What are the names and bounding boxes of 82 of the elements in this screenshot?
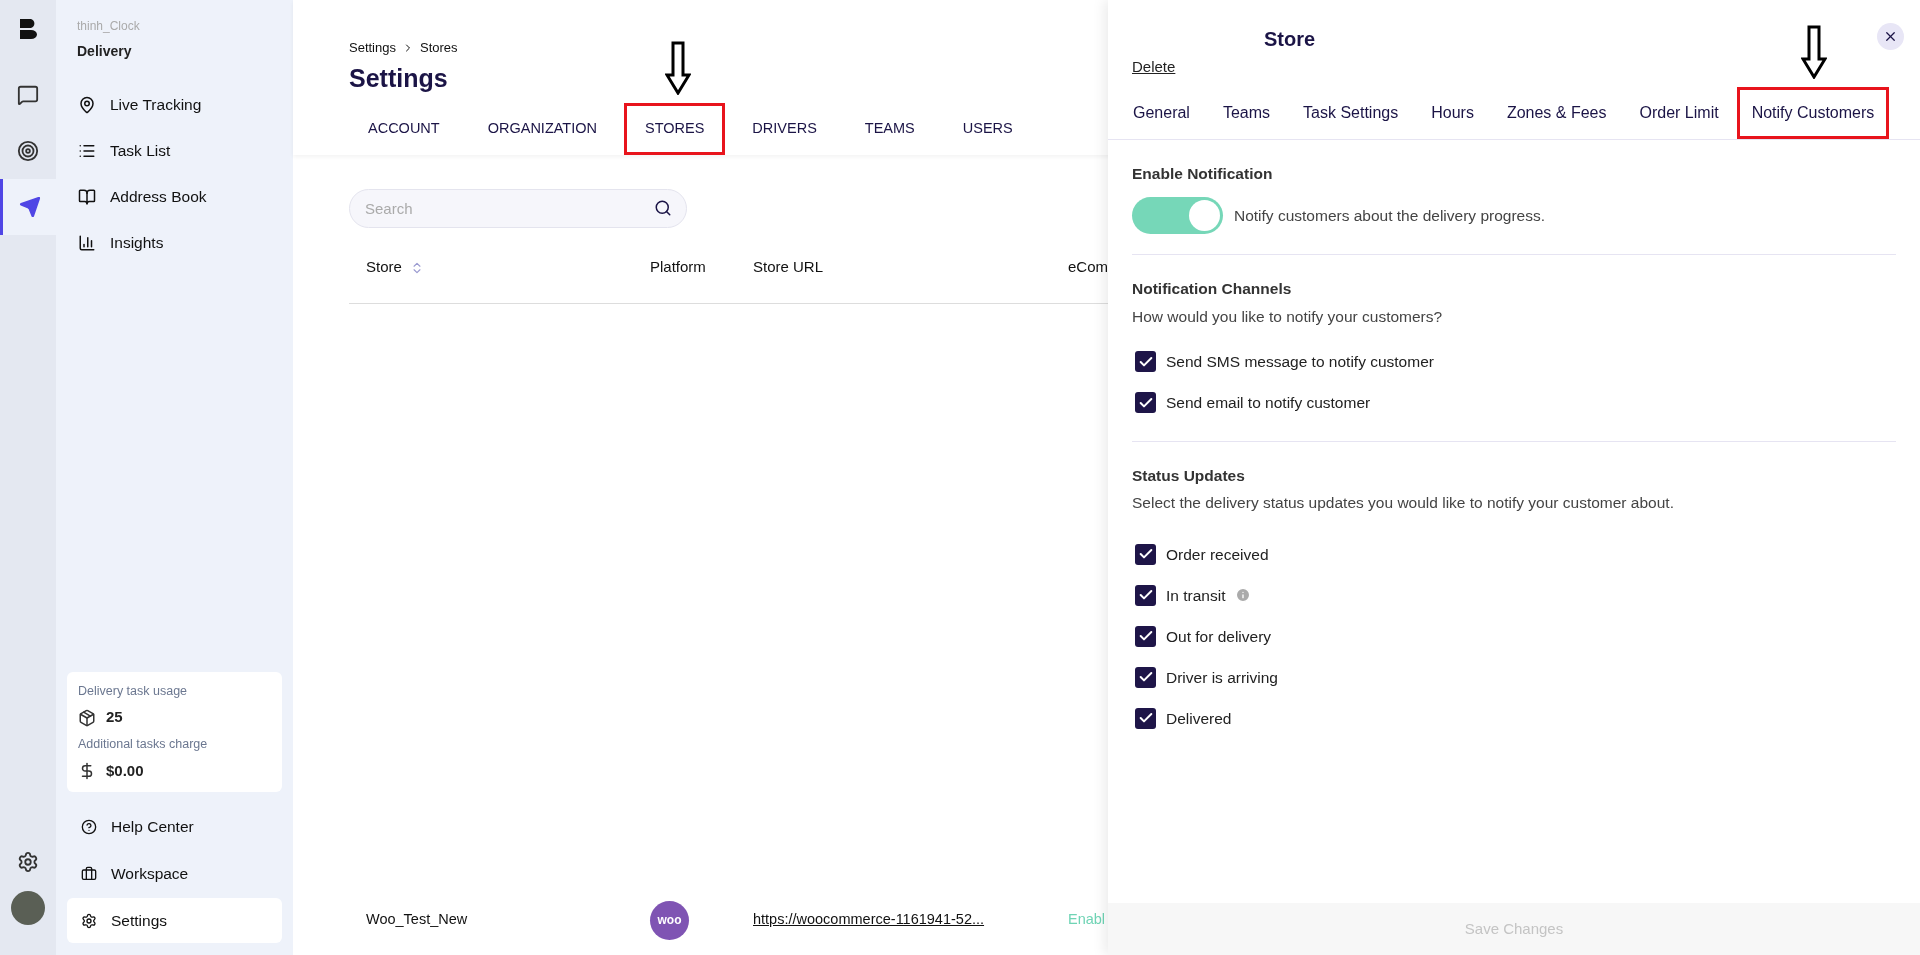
search-icon	[654, 199, 672, 217]
product-name: Delivery	[76, 42, 133, 61]
checkbox[interactable]	[1135, 351, 1156, 373]
option-label: Order received	[1166, 544, 1269, 565]
store-tab[interactable]: Teams	[1207, 87, 1286, 139]
settings-tab[interactable]: DRIVERS	[731, 103, 838, 155]
option-label: Send email to notify customer	[1166, 393, 1371, 414]
list-icon	[78, 142, 96, 160]
pin-icon	[78, 96, 96, 114]
usage-label: Delivery task usage	[78, 682, 189, 700]
nav-item[interactable]: Task List	[67, 128, 282, 174]
info-icon	[1235, 587, 1252, 604]
briefcase-icon	[81, 865, 97, 882]
charge-amount: $0.00	[106, 760, 144, 781]
avatar[interactable]	[11, 891, 45, 925]
option-label: Delivered	[1166, 708, 1232, 729]
target-icon	[17, 140, 39, 162]
checkbox[interactable]	[1135, 392, 1156, 414]
close-button[interactable]	[1877, 23, 1904, 50]
send-icon	[18, 196, 41, 218]
settings-icon[interactable]	[17, 851, 39, 873]
column-header: Store URL	[753, 257, 824, 278]
nav-item[interactable]: Insights	[67, 220, 282, 266]
option-label: Send SMS message to notify customer	[1166, 352, 1434, 373]
store-tab[interactable]: Hours	[1416, 87, 1489, 139]
column-header: eCom	[1068, 257, 1108, 278]
close-icon	[1883, 29, 1898, 44]
option-label: Driver is arriving	[1166, 667, 1278, 688]
chart-icon	[78, 234, 96, 252]
nav-item[interactable]: Workspace	[67, 851, 282, 896]
platform-logo: woo	[650, 900, 689, 940]
nav-item[interactable]: Address Book	[67, 174, 282, 220]
arrow-annotation	[1801, 25, 1828, 79]
page-title: Settings	[349, 62, 448, 94]
book-icon	[78, 188, 96, 206]
breadcrumb-link[interactable]: Settings	[349, 38, 396, 58]
store-tab[interactable]: Task Settings	[1288, 87, 1414, 139]
settings-tab[interactable]: ORGANIZATION	[466, 103, 618, 155]
notification-toggle[interactable]	[1132, 197, 1223, 235]
delete-link[interactable]: Delete	[1132, 56, 1176, 79]
checkbox[interactable]	[1135, 707, 1156, 729]
arrow-annotation	[664, 41, 691, 95]
store-tab[interactable]: Notify Customers	[1736, 87, 1890, 139]
section-description: How would you like to notify your customers?	[1132, 306, 1444, 327]
search-field[interactable]: Search	[349, 189, 687, 228]
option-label: In transit	[1166, 585, 1226, 606]
usage-count: 25	[106, 707, 123, 728]
rail-item[interactable]	[0, 179, 56, 235]
settings-tab[interactable]: USERS	[941, 103, 1034, 155]
table-cell-text: Enabl	[1068, 910, 1106, 930]
panel-title: Store	[1264, 27, 1316, 52]
column-header: Platform	[650, 257, 706, 278]
logo-icon	[19, 19, 37, 39]
store-tab[interactable]: Zones & Fees	[1491, 87, 1622, 139]
checkbox[interactable]	[1135, 584, 1156, 606]
nav-item[interactable]: Settings	[67, 898, 282, 943]
breadcrumb-link[interactable]: Stores	[420, 38, 458, 58]
checkbox[interactable]	[1135, 625, 1156, 647]
nav-item[interactable]: Live Tracking	[67, 82, 282, 128]
account-name: thinh_Clock	[76, 18, 141, 35]
toggle-label: Notify customers about the delivery progress.	[1234, 206, 1545, 227]
store-tab[interactable]: General	[1118, 87, 1205, 139]
settings-tab[interactable]: ACCOUNT	[347, 103, 461, 155]
box-icon	[78, 708, 96, 727]
settings-tab[interactable]: TEAMS	[843, 103, 936, 155]
store-name: Woo_Test_New	[365, 910, 469, 930]
option-label: Out for delivery	[1166, 626, 1272, 647]
chat-icon	[17, 84, 39, 106]
checkbox[interactable]	[1135, 543, 1156, 565]
store-url-link[interactable]: https://woocommerce-1161941-52...	[753, 911, 985, 928]
section-description: Select the delivery status updates you would like to notify your customer about.	[1132, 493, 1675, 513]
section-heading: Enable Notification	[1132, 164, 1274, 184]
settings-tab[interactable]: STORES	[624, 103, 726, 155]
charge-label: Additional tasks charge	[78, 735, 209, 753]
help-icon	[81, 818, 97, 835]
gear-icon	[81, 912, 97, 929]
column-header: Store	[366, 257, 402, 278]
store-tab[interactable]: Order Limit	[1624, 87, 1734, 139]
section-heading: Status Updates	[1132, 465, 1246, 486]
nav-item[interactable]: Help Center	[67, 804, 282, 849]
section-heading: Notification Channels	[1132, 279, 1293, 300]
checkbox[interactable]	[1135, 666, 1156, 688]
